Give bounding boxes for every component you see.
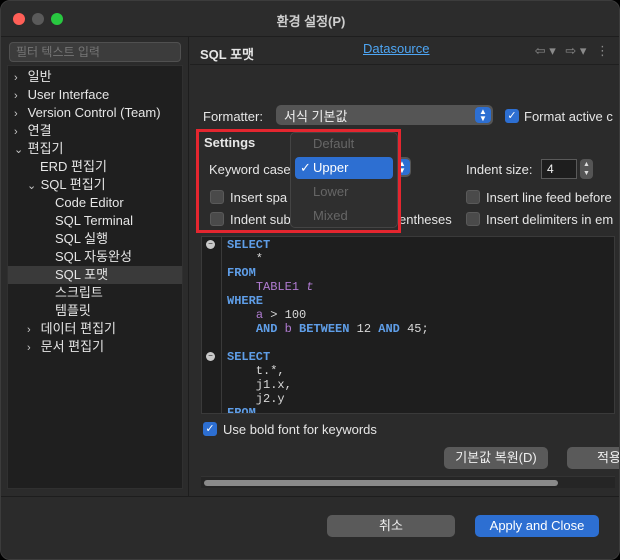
keyword-case-option-mixed[interactable]: Mixed <box>291 205 397 227</box>
chevron-down-icon: ⌄ <box>14 144 24 156</box>
sql-preview: − − SELECT * FROM TABLE1 t WHERE a > 100… <box>201 236 615 414</box>
cancel-button[interactable]: 취소 <box>327 515 455 537</box>
tree-item-sql-format[interactable]: SQL 포맷 <box>8 266 182 284</box>
keyword-case-label: Keyword case <box>209 162 291 177</box>
code-line: SELECT <box>227 350 271 364</box>
fold-collapse-icon[interactable]: − <box>206 352 215 361</box>
parentheses-label: entheses <box>399 212 452 227</box>
tree-item-scripts[interactable]: 스크립트 <box>55 284 182 302</box>
tree-item-general[interactable]: › 일반 <box>14 68 182 86</box>
bold-keywords-label: Use bold font for keywords <box>223 422 377 437</box>
formatter-label: Formatter: <box>203 109 263 124</box>
chevron-right-icon: › <box>14 126 18 138</box>
preferences-window: 환경 설정(P) › 일반 › User Interface › Version… <box>0 0 620 560</box>
checkmark-icon: ✓ <box>300 160 311 175</box>
forward-arrow-icon[interactable]: ⇨ ▾ <box>565 43 586 58</box>
code-line: t.*, <box>227 364 285 378</box>
code-line: * <box>227 252 264 266</box>
preference-tree: › 일반 › User Interface › Version Control … <box>7 65 183 489</box>
bold-keywords-checkbox[interactable]: ✓ <box>203 422 217 436</box>
tree-item-sql-autocomplete[interactable]: SQL 자동완성 <box>55 248 182 266</box>
settings-heading: Settings <box>204 135 256 150</box>
scrollbar-thumb[interactable] <box>204 480 558 486</box>
chevron-right-icon: › <box>14 108 18 120</box>
indent-size-stepper[interactable]: ▲ ▼ <box>580 159 593 179</box>
tree-item-sql-terminal[interactable]: SQL Terminal <box>55 212 182 230</box>
insert-line-feed-checkbox[interactable] <box>466 190 480 204</box>
restore-defaults-button[interactable]: 기본값 복원(D) <box>444 447 548 469</box>
code-line: j2.y <box>227 392 285 406</box>
insert-delimiters-checkbox[interactable] <box>466 212 480 226</box>
back-arrow-icon[interactable]: ⇦ ▾ <box>535 43 556 58</box>
apply-button[interactable]: 적용 <box>567 447 619 469</box>
tree-item-document-editor[interactable]: › 문서 편집기 <box>27 338 182 356</box>
keyword-case-option-default[interactable]: Default <box>291 133 397 155</box>
chevron-right-icon: › <box>27 342 31 354</box>
indent-size-input[interactable] <box>541 159 577 179</box>
tree-item-connections[interactable]: › 연결 <box>14 122 182 140</box>
chevron-right-icon: › <box>14 72 18 84</box>
keyword-case-option-upper[interactable]: ✓ Upper <box>295 157 393 179</box>
sidebar: › 일반 › User Interface › Version Control … <box>1 37 189 496</box>
page-title: SQL 포맷 <box>200 47 255 62</box>
code-line: FROM <box>227 266 256 280</box>
tree-item-data-editor[interactable]: › 데이터 편집기 <box>27 320 182 338</box>
insert-space-checkbox[interactable] <box>210 190 224 204</box>
chevron-right-icon: › <box>14 90 18 102</box>
keyword-case-option-lower[interactable]: Lower <box>291 181 397 203</box>
dialog-footer: 취소 Apply and Close <box>1 496 619 559</box>
code-line: TABLE1 t <box>255 280 314 294</box>
tree-item-templates[interactable]: 템플릿 <box>55 302 182 320</box>
keyword-case-dropdown: Default ✓ Upper Lower Mixed <box>290 132 398 228</box>
tree-item-sql-execute[interactable]: SQL 실행 <box>55 230 182 248</box>
insert-space-label: Insert spa <box>230 190 288 205</box>
formatter-select[interactable]: 서식 기본값 ▲ ▼ <box>276 105 493 125</box>
indent-subquery-checkbox[interactable] <box>210 212 224 226</box>
code-line: a > 100 <box>255 308 307 322</box>
chevron-updown-icon: ▲ ▼ <box>475 107 491 123</box>
code-line: AND b BETWEEN 12 AND 45; <box>255 322 429 336</box>
code-line: FROM <box>227 406 256 414</box>
window-title: 환경 설정(P) <box>276 14 346 29</box>
tree-item-editors[interactable]: ⌄ 편집기 <box>14 140 182 158</box>
title-bar: 환경 설정(P) <box>1 1 619 37</box>
apply-and-close-button[interactable]: Apply and Close <box>475 515 599 537</box>
code-line: WHERE <box>227 294 264 308</box>
horizontal-scrollbar[interactable] <box>201 476 615 488</box>
format-active-label: Format active c <box>524 109 613 124</box>
tree-item-erd-editor[interactable]: ERD 편집기 <box>40 158 182 176</box>
insert-delimiters-label: Insert delimiters in em <box>486 212 614 227</box>
tree-item-sql-editor[interactable]: ⌄ SQL 편집기 <box>27 176 182 194</box>
indent-size-label: Indent size: <box>466 162 533 177</box>
divider <box>190 64 619 65</box>
fold-collapse-icon[interactable]: − <box>206 240 215 249</box>
tree-item-version-control[interactable]: › Version Control (Team) <box>14 104 182 122</box>
insert-line-feed-label: Insert line feed before <box>486 190 612 205</box>
code-line: j1.x, <box>227 378 292 392</box>
chevron-down-icon: ⌄ <box>27 180 37 192</box>
filter-input[interactable] <box>9 42 181 62</box>
tree-item-code-editor[interactable]: Code Editor <box>55 194 182 212</box>
datasource-link[interactable]: Datasource <box>363 41 429 56</box>
nav-controls: ⇦ ▾ ⇨ ▾ ⋮ <box>529 43 609 59</box>
format-active-checkbox[interactable]: ✓ <box>505 109 519 123</box>
code-line: SELECT <box>227 238 271 252</box>
chevron-right-icon: › <box>27 324 31 336</box>
more-menu-icon[interactable]: ⋮ <box>596 43 609 58</box>
indent-subquery-label: Indent sub <box>230 212 291 227</box>
tree-item-user-interface[interactable]: › User Interface <box>14 86 182 104</box>
gutter: − − <box>202 237 222 413</box>
